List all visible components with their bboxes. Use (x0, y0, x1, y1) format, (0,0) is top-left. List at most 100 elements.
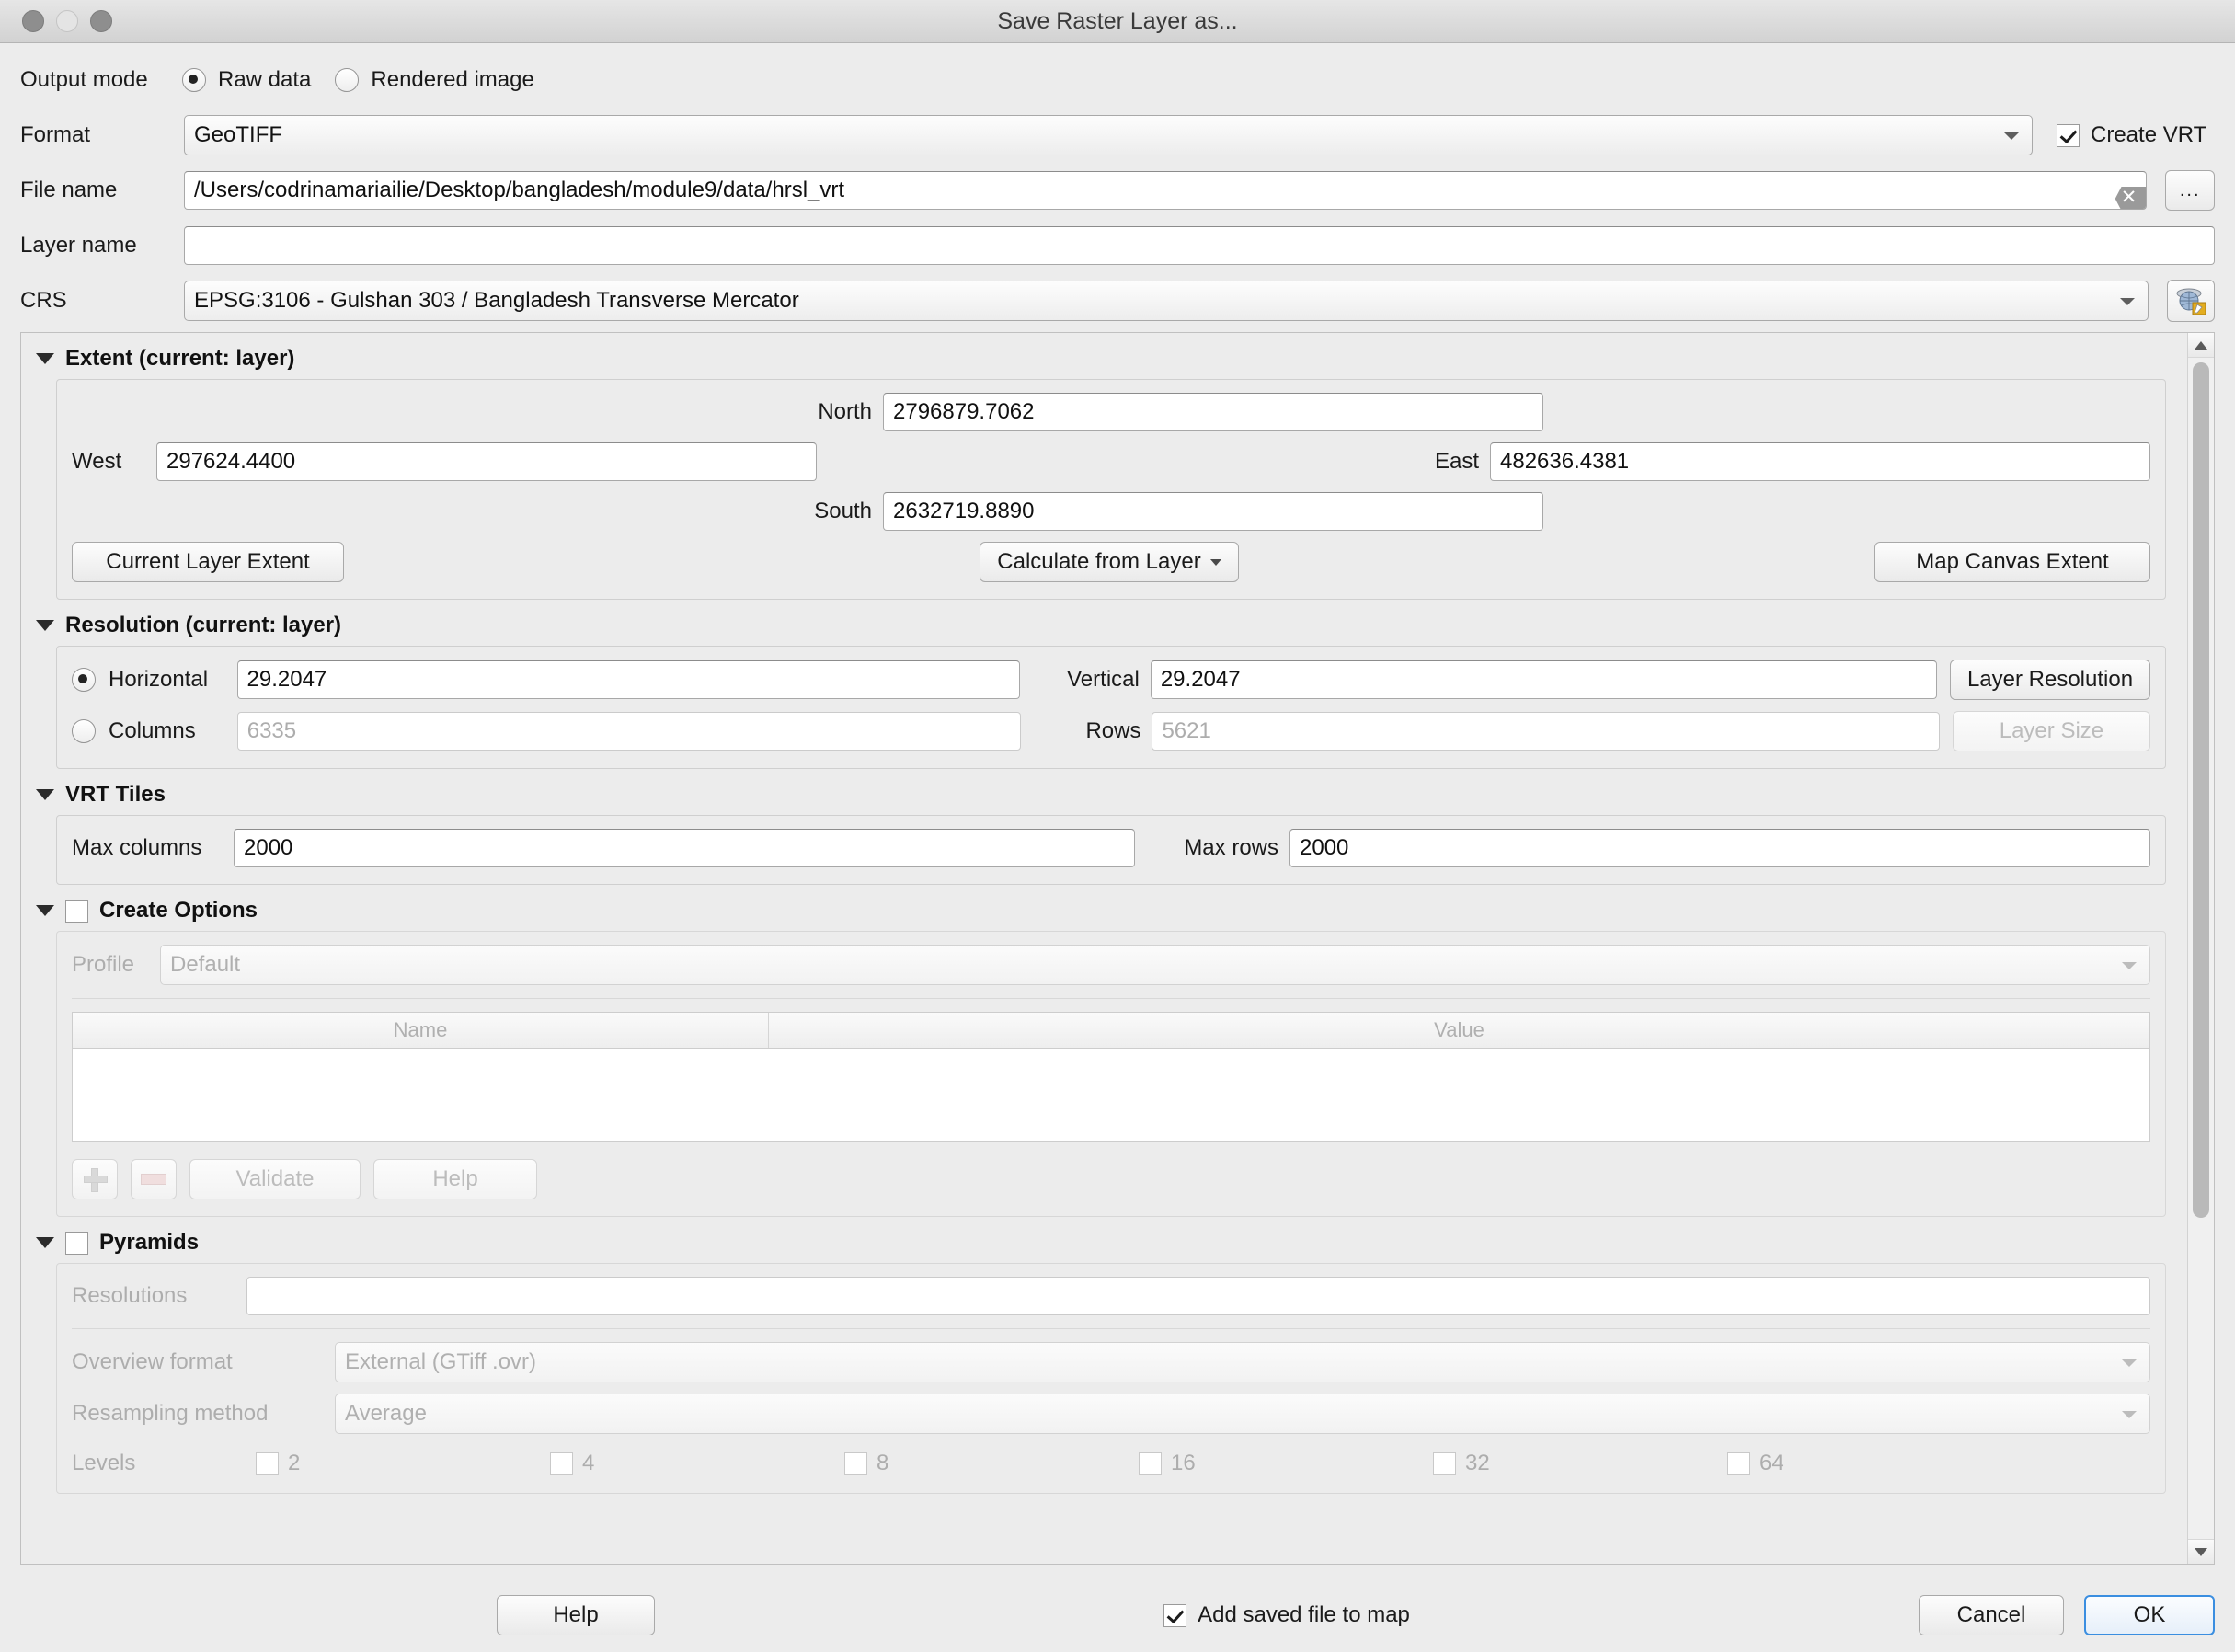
collapse-triangle-icon[interactable] (36, 905, 54, 916)
level-checkbox-2[interactable] (256, 1451, 279, 1475)
scroll-down-icon[interactable] (2188, 1539, 2214, 1564)
level-checkbox-8[interactable] (844, 1451, 867, 1475)
max-columns-input[interactable]: 2000 (234, 829, 1135, 867)
level-checkbox-16[interactable] (1139, 1451, 1162, 1475)
vrt-tiles-group: Max columns 2000 Max rows 2000 (56, 815, 2166, 885)
chevron-down-icon (2120, 298, 2136, 305)
profile-combobox[interactable]: Default (160, 945, 2150, 985)
max-rows-input[interactable]: 2000 (1289, 829, 2150, 867)
south-label: South (814, 499, 872, 523)
dialog-footer: Help Add saved file to map Cancel OK (0, 1578, 2235, 1652)
radio-columns[interactable] (72, 719, 96, 743)
level-label-4: 4 (582, 1451, 595, 1475)
extent-buttons-row: Current Layer Extent Calculate from Laye… (72, 542, 2150, 582)
level-checkbox-4[interactable] (550, 1451, 573, 1475)
create-options-checkbox[interactable] (65, 899, 88, 923)
options-content: Extent (current: layer) North 2796879.70… (21, 333, 2181, 1531)
level-item-64[interactable]: 64 (1727, 1451, 2022, 1476)
collapse-triangle-icon[interactable] (36, 789, 54, 800)
save-raster-layer-dialog: Save Raster Layer as... Output mode Raw … (0, 0, 2235, 1652)
scrollbar-thumb[interactable] (2193, 362, 2209, 1218)
north-label: North (818, 399, 872, 424)
current-layer-extent-button[interactable]: Current Layer Extent (72, 542, 344, 582)
crs-combobox[interactable]: EPSG:3106 - Gulshan 303 / Bangladesh Tra… (184, 281, 2149, 321)
create-options-table-header: Name Value (73, 1013, 2149, 1049)
zoom-button[interactable] (90, 10, 112, 32)
levels-label: Levels (72, 1451, 136, 1475)
resampling-method-combobox[interactable]: Average (335, 1394, 2150, 1434)
extent-south-line: South 2632719.8890 (72, 492, 2150, 531)
add-saved-file-row: Add saved file to map (1163, 1602, 1410, 1628)
east-input[interactable]: 482636.4381 (1490, 442, 2150, 481)
level-label-2: 2 (288, 1451, 301, 1475)
level-checkbox-32[interactable] (1433, 1451, 1456, 1475)
scroll-up-icon[interactable] (2188, 333, 2214, 358)
south-input[interactable]: 2632719.8890 (883, 492, 1543, 531)
rows-label: Rows (1085, 718, 1141, 743)
ok-button[interactable]: OK (2084, 1595, 2215, 1635)
layer-name-input[interactable] (184, 226, 2215, 265)
level-item-16[interactable]: 16 (1139, 1451, 1433, 1476)
resolution-group: Horizontal 29.2047 Vertical 29.2047 Laye… (56, 646, 2166, 769)
create-options-help-button[interactable]: Help (373, 1159, 537, 1199)
remove-option-button[interactable] (131, 1159, 177, 1199)
west-input[interactable]: 297624.4400 (156, 442, 817, 481)
vertical-input[interactable]: 29.2047 (1150, 660, 1937, 699)
radio-raw-data[interactable] (182, 68, 206, 92)
resolutions-input[interactable] (246, 1277, 2150, 1315)
pyramids-divider (72, 1328, 2150, 1329)
collapse-triangle-icon[interactable] (36, 1237, 54, 1248)
radio-rendered-image[interactable] (335, 68, 360, 92)
vertical-scrollbar[interactable] (2187, 333, 2214, 1564)
profile-value: Default (170, 952, 241, 977)
radio-raw-data-label: Raw data (218, 67, 312, 92)
rows-input[interactable]: 5621 (1152, 712, 1940, 751)
pyramids-section-header[interactable]: Pyramids (21, 1217, 2181, 1263)
chevron-down-icon (2122, 962, 2137, 969)
max-rows-label: Max rows (1184, 835, 1278, 860)
overview-format-combobox[interactable]: External (GTiff .ovr) (335, 1342, 2150, 1382)
collapse-triangle-icon[interactable] (36, 620, 54, 631)
validate-button[interactable]: Validate (189, 1159, 361, 1199)
vrt-tiles-section-header[interactable]: VRT Tiles (21, 769, 2181, 815)
resolution-section-header[interactable]: Resolution (current: layer) (21, 600, 2181, 646)
level-label-64: 64 (1759, 1451, 1784, 1475)
level-checkbox-64[interactable] (1727, 1451, 1750, 1475)
collapse-triangle-icon[interactable] (36, 353, 54, 364)
level-item-8[interactable]: 8 (844, 1451, 1139, 1476)
level-item-4[interactable]: 4 (550, 1451, 844, 1476)
calculate-from-layer-button[interactable]: Calculate from Layer (980, 542, 1239, 582)
add-option-button[interactable] (72, 1159, 118, 1199)
layer-size-button[interactable]: Layer Size (1952, 711, 2150, 751)
horizontal-input[interactable]: 29.2047 (236, 660, 1020, 699)
chevron-down-icon (2004, 132, 2019, 140)
clear-icon[interactable]: ✕ (2115, 178, 2147, 209)
radio-horizontal-resolution[interactable] (72, 668, 96, 692)
resolutions-label: Resolutions (72, 1283, 188, 1308)
options-scroll-area: Extent (current: layer) North 2796879.70… (20, 332, 2215, 1565)
level-item-2[interactable]: 2 (256, 1451, 550, 1476)
layer-resolution-button[interactable]: Layer Resolution (1950, 660, 2150, 700)
map-canvas-extent-button[interactable]: Map Canvas Extent (1874, 542, 2150, 582)
minimize-button[interactable] (56, 10, 78, 32)
level-item-32[interactable]: 32 (1433, 1451, 1727, 1476)
format-combobox[interactable]: GeoTIFF (184, 115, 2033, 155)
chevron-down-icon (1209, 558, 1221, 566)
cancel-button[interactable]: Cancel (1919, 1595, 2064, 1635)
minus-icon (141, 1174, 166, 1185)
help-button[interactable]: Help (497, 1595, 655, 1635)
pyramids-checkbox[interactable] (65, 1231, 88, 1255)
create-vrt-checkbox[interactable] (2057, 123, 2080, 147)
create-options-section-header[interactable]: Create Options (21, 885, 2181, 931)
north-input[interactable]: 2796879.7062 (883, 393, 1543, 431)
add-saved-file-checkbox[interactable] (1163, 1603, 1187, 1627)
extent-section-header[interactable]: Extent (current: layer) (21, 333, 2181, 379)
columns-input[interactable]: 6335 (236, 712, 1022, 751)
browse-button[interactable]: ... (2165, 170, 2215, 211)
create-options-toolbar: Validate Help (72, 1159, 2150, 1199)
file-name-input[interactable]: /Users/codrinamariailie/Desktop/banglade… (184, 171, 2148, 210)
crs-globe-icon[interactable] (2167, 280, 2215, 322)
file-name-value: /Users/codrinamariailie/Desktop/banglade… (194, 178, 845, 202)
create-options-table[interactable]: Name Value (72, 1012, 2150, 1142)
close-button[interactable] (22, 10, 44, 32)
